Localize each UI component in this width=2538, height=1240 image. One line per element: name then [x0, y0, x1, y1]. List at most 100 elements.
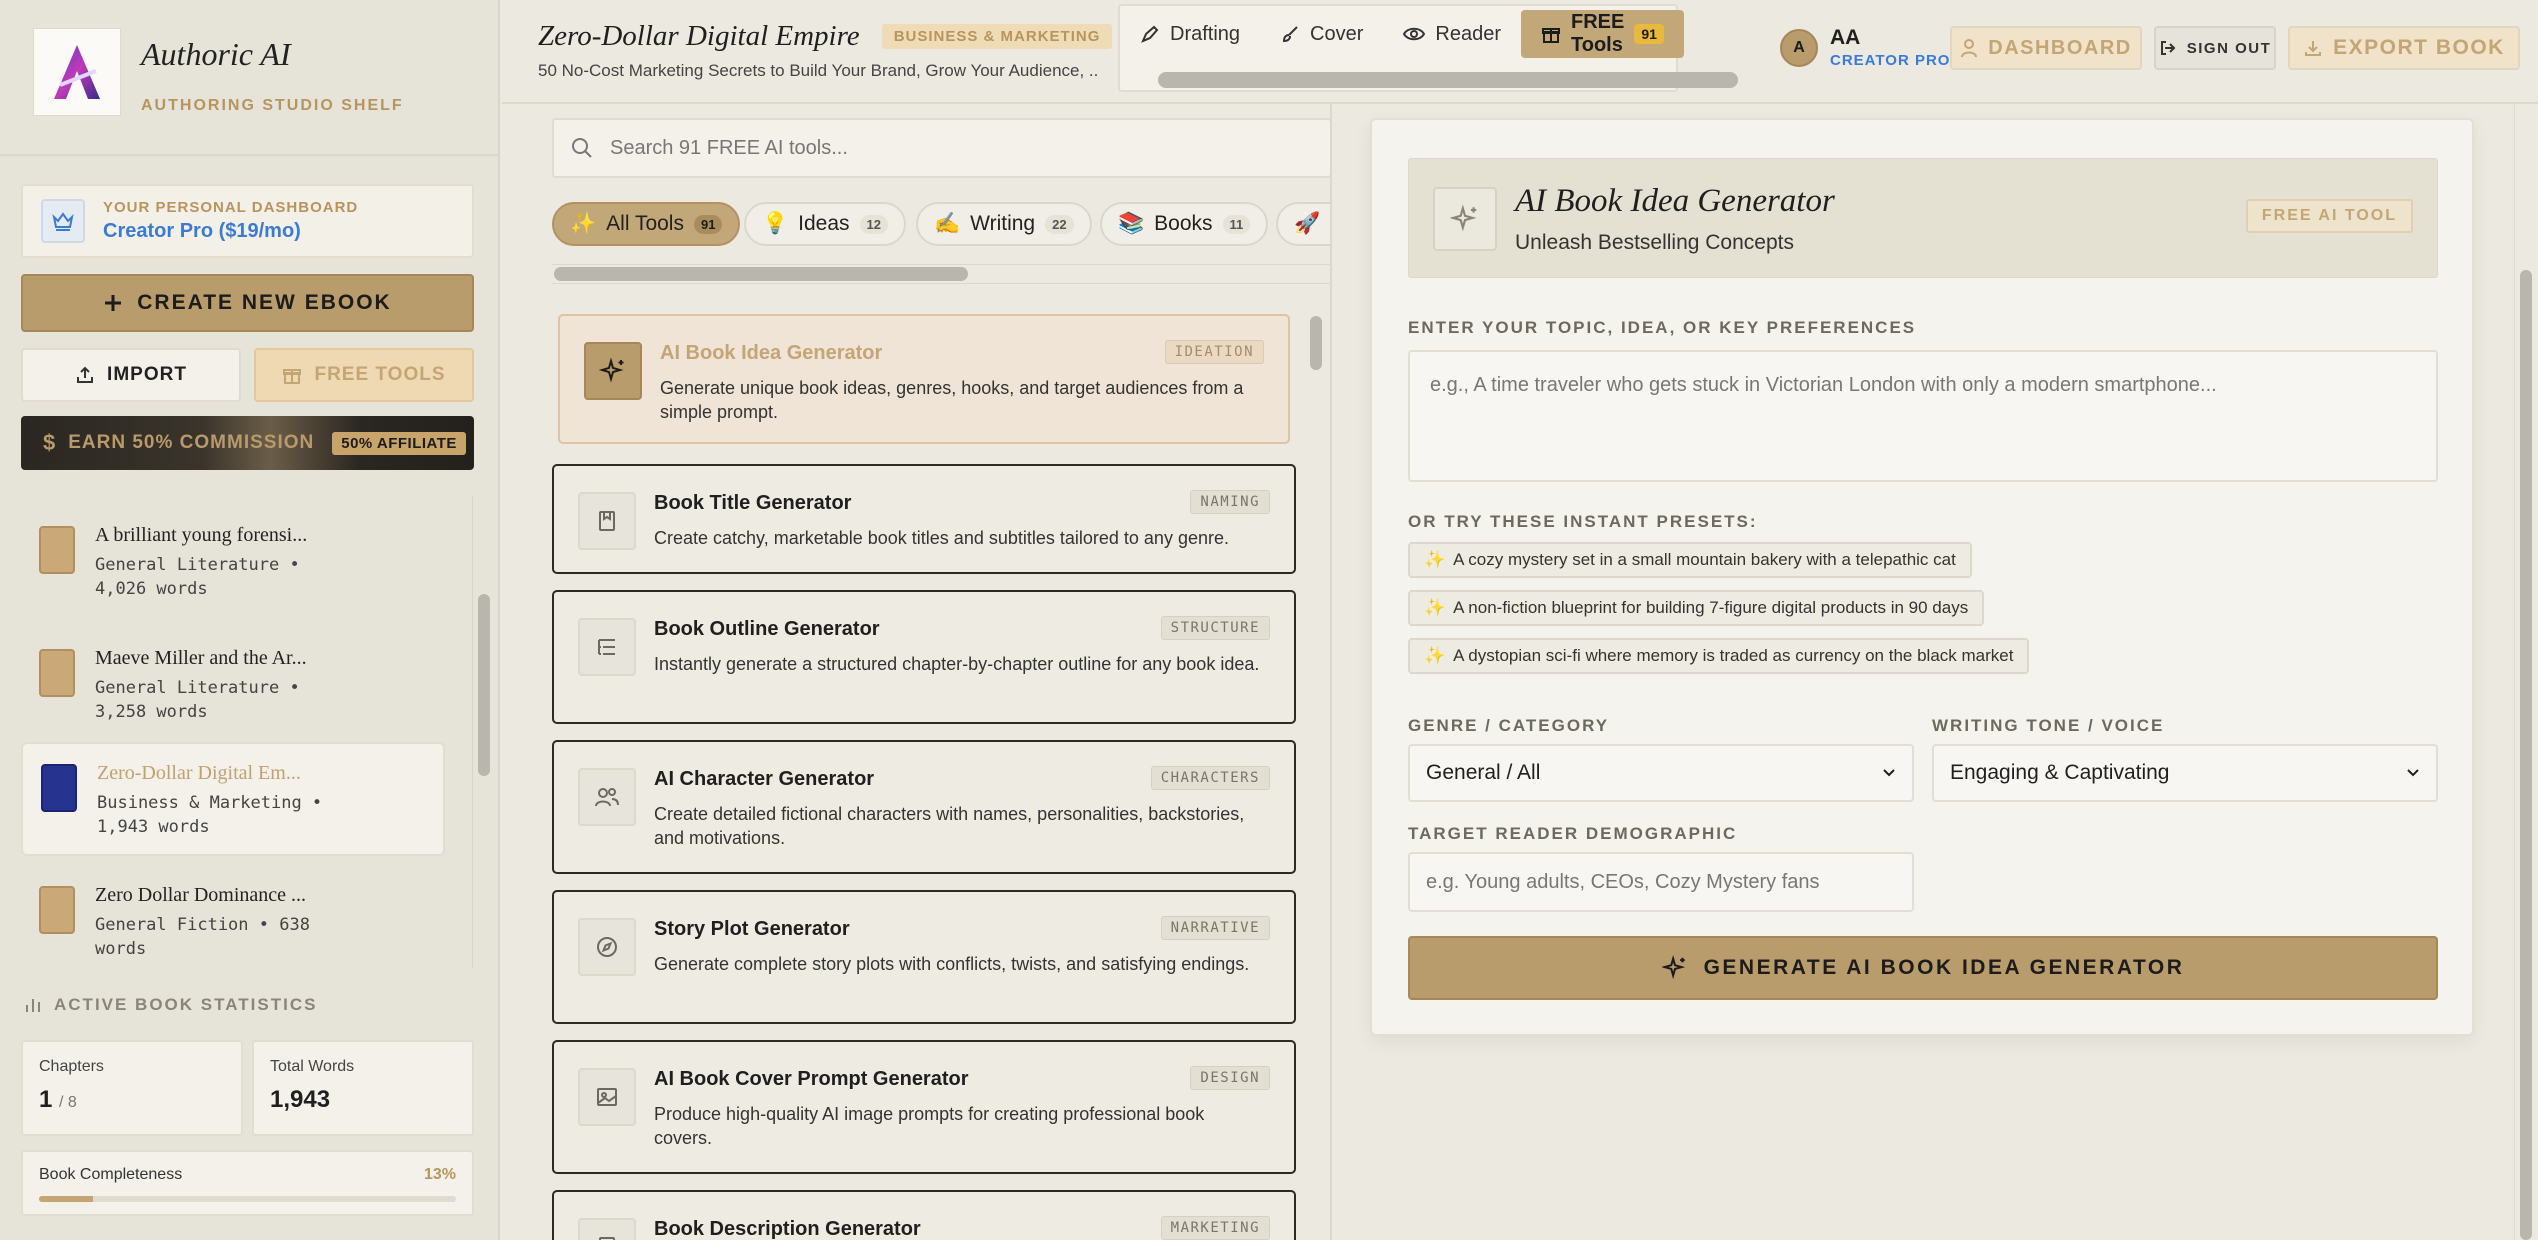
gift-icon — [1541, 24, 1561, 44]
chapters-stat: Chapters 1 / 8 — [21, 1040, 243, 1136]
free-ai-tool-badge: FREE AI TOOL — [2245, 199, 2413, 233]
tool-name: Book Description Generator — [654, 1218, 921, 1240]
brand[interactable]: Authoric AI AUTHORING STUDIO SHELF — [33, 28, 404, 116]
book-icon — [41, 764, 77, 812]
preset-chip[interactable]: ✨ A non-fiction blueprint for building 7… — [1408, 590, 1985, 626]
topic-textarea[interactable] — [1408, 350, 2438, 482]
book-list-scroll-thumb[interactable] — [478, 594, 490, 776]
chapters-total: / 8 — [59, 1094, 77, 1111]
preset-chip[interactable]: ✨ A cozy mystery set in a small mountain… — [1408, 542, 1972, 578]
generator-subtitle: Unleash Bestselling Concepts — [1515, 231, 1794, 254]
category-chip-books[interactable]: 📚 Books 11 — [1100, 202, 1269, 246]
tool-list-scroll-thumb[interactable] — [1310, 316, 1322, 370]
category-chip-all-tools[interactable]: ✨ All Tools 91 — [552, 202, 741, 246]
book-item[interactable]: Maeve Miller and the Ar... General Liter… — [21, 629, 445, 739]
tool-card-cover-prompt-generator[interactable]: AI Book Cover Prompt Generator Produce h… — [552, 1040, 1296, 1174]
affiliate-label: EARN 50% COMMISSION — [68, 432, 315, 453]
download-icon — [2303, 38, 2323, 58]
search-input[interactable] — [610, 136, 1290, 160]
tool-tag: MARKETING — [1160, 1216, 1270, 1240]
file-text-icon — [578, 1218, 636, 1240]
free-tools-button[interactable]: FREE TOOLS — [254, 348, 474, 402]
tool-tag: CHARACTERS — [1150, 766, 1270, 790]
tab-free-tools[interactable]: FREE Tools 91 — [1521, 10, 1684, 58]
affiliate-badge: 50% AFFILIATE — [332, 431, 466, 455]
tool-description: Instantly generate a structured chapter-… — [654, 654, 1260, 674]
import-button[interactable]: IMPORT — [21, 348, 241, 402]
tool-list: AI Book Idea Generator Generate unique b… — [552, 312, 1306, 1240]
free-tools-label: FREE TOOLS — [314, 364, 446, 385]
completeness-value: 13% — [423, 1166, 456, 1183]
import-label: IMPORT — [107, 364, 187, 385]
tools-search[interactable] — [552, 118, 1332, 178]
tab-cover[interactable]: Cover — [1260, 10, 1383, 58]
create-ebook-button[interactable]: CREATE NEW EBOOK — [21, 274, 474, 332]
demographic-label: TARGET READER DEMOGRAPHIC — [1408, 824, 1738, 843]
tool-description: Create detailed fictional characters wit… — [654, 804, 1245, 848]
tool-description: Create catchy, marketable book titles an… — [654, 528, 1229, 548]
book-list: A brilliant young forensi... General Lit… — [0, 496, 470, 968]
category-chip-more[interactable]: 🚀 P — [1276, 202, 1332, 246]
book-title: Maeve Miller and the Ar... — [95, 647, 307, 669]
book-title: Zero Dollar Dominance ... — [95, 884, 307, 906]
book-title: Zero-Dollar Digital Em... — [97, 762, 301, 784]
export-book-button[interactable]: EXPORT BOOK — [2288, 26, 2520, 70]
generator-panel: AI Book Idea Generator Unleash Bestselli… — [1370, 118, 2474, 1036]
tabs-scroll-thumb[interactable] — [1158, 72, 1738, 88]
generate-button[interactable]: GENERATE AI BOOK IDEA GENERATOR — [1408, 936, 2438, 1000]
plan-card[interactable]: YOUR PERSONAL DASHBOARD Creator Pro ($19… — [21, 184, 474, 258]
book-icon — [39, 886, 75, 934]
generator-title: AI Book Idea Generator — [1515, 183, 1835, 219]
book-meta: General Fiction • 638 words — [95, 915, 310, 959]
tab-reader[interactable]: Reader — [1383, 10, 1521, 58]
book-item[interactable]: A brilliant young forensi... General Lit… — [21, 506, 445, 616]
tab-drafting[interactable]: Drafting — [1120, 10, 1260, 58]
upload-icon — [75, 365, 95, 385]
category-filters: ✨ All Tools 91 💡 Ideas 12 ✍️ Writing 22 … — [552, 202, 1332, 248]
logout-icon — [2159, 39, 2177, 57]
words-label: Total Words — [270, 1058, 355, 1075]
tool-card-book-idea-generator[interactable]: AI Book Idea Generator Generate unique b… — [558, 314, 1290, 444]
tool-name: Book Title Generator — [654, 492, 852, 514]
sparkle-emoji-icon: ✨ — [1424, 646, 1446, 665]
tool-name: Book Outline Generator — [654, 618, 880, 640]
tool-card-story-plot-generator[interactable]: Story Plot Generator Generate complete s… — [552, 890, 1296, 1024]
tool-list-scrollbar[interactable] — [1306, 312, 1326, 1240]
topic-label: ENTER YOUR TOPIC, IDEA, OR KEY PREFERENC… — [1408, 318, 1917, 337]
book-item-active[interactable]: Zero-Dollar Digital Em... Business & Mar… — [21, 742, 445, 856]
sparkle-emoji-icon: ✨ — [1424, 598, 1446, 617]
users-icon — [578, 768, 636, 826]
page-scroll-thumb[interactable] — [2520, 270, 2532, 1240]
category-chip-writing[interactable]: ✍️ Writing 22 — [916, 202, 1092, 246]
demographic-input[interactable] — [1408, 852, 1914, 912]
category-chip-ideas[interactable]: 💡 Ideas 12 — [744, 202, 906, 246]
tool-name: AI Character Generator — [654, 768, 875, 790]
tool-description: Generate complete story plots with confl… — [654, 954, 1250, 974]
book-item[interactable]: Zero Dollar Dominance ... General Fictio… — [21, 866, 445, 968]
bookmark-icon — [578, 492, 636, 550]
tool-card-book-title-generator[interactable]: Book Title Generator Create catchy, mark… — [552, 464, 1296, 574]
user-plan: CREATOR PRO — [1830, 52, 1951, 69]
user-menu[interactable]: A AA CREATOR PRO — [1780, 26, 1950, 69]
generate-label: GENERATE AI BOOK IDEA GENERATOR — [1703, 956, 2185, 979]
completeness-bar-fill — [39, 1196, 94, 1202]
tool-card-character-generator[interactable]: AI Character Generator Create detailed f… — [552, 740, 1296, 874]
chapters-label: Chapters — [39, 1058, 104, 1075]
sparkle-emoji-icon: ✨ — [1424, 550, 1446, 569]
tool-tag: STRUCTURE — [1160, 616, 1270, 640]
avatar: A — [1780, 28, 1818, 67]
book-meta: Business & Marketing • 1,943 words — [97, 793, 323, 837]
preset-chip[interactable]: ✨ A dystopian sci-fi where memory is tra… — [1408, 638, 2030, 674]
authoric-logo — [33, 28, 121, 116]
tone-select[interactable]: Engaging & Captivating — [1932, 744, 2438, 802]
category-scroll-thumb[interactable] — [554, 267, 968, 281]
words-stat: Total Words 1,943 — [252, 1040, 474, 1136]
tool-name: Story Plot Generator — [654, 918, 850, 940]
affiliate-button[interactable]: $ EARN 50% COMMISSION 50% AFFILIATE — [21, 416, 474, 470]
dashboard-button[interactable]: DASHBOARD — [1950, 26, 2142, 70]
genre-select[interactable]: General / All — [1408, 744, 1914, 802]
sign-out-button[interactable]: SIGN OUT — [2154, 26, 2276, 70]
stats-heading: ACTIVE BOOK STATISTICS — [24, 995, 317, 1015]
tool-card-book-outline-generator[interactable]: Book Outline Generator Instantly generat… — [552, 590, 1296, 724]
tool-card-book-description-generator[interactable]: Book Description Generator MARKETING — [552, 1190, 1296, 1240]
